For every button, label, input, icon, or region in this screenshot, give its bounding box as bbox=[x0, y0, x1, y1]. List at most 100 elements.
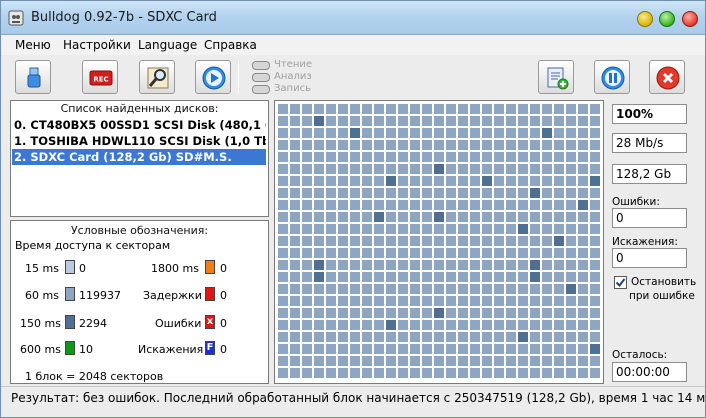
sector-block bbox=[350, 356, 360, 366]
sector-block bbox=[398, 116, 408, 126]
sector-block bbox=[518, 332, 528, 342]
sector-block bbox=[374, 320, 384, 330]
disk-list-header: Список найденных дисков: bbox=[60, 102, 219, 115]
write-indicator bbox=[252, 85, 270, 94]
distortions-label: Искажения: bbox=[612, 236, 678, 248]
sector-block bbox=[494, 188, 504, 198]
sector-block bbox=[530, 296, 540, 306]
sector-block bbox=[386, 284, 396, 294]
sector-block bbox=[326, 128, 336, 138]
stop-button[interactable] bbox=[649, 60, 685, 94]
sector-block bbox=[386, 272, 396, 282]
sector-block bbox=[290, 188, 300, 198]
sector-block bbox=[506, 368, 516, 378]
sector-block bbox=[518, 176, 528, 186]
read-indicator bbox=[252, 61, 270, 70]
sector-block bbox=[446, 140, 456, 150]
sector-block bbox=[518, 128, 528, 138]
sector-block bbox=[578, 368, 588, 378]
sector-block bbox=[554, 308, 564, 318]
maximize-button[interactable] bbox=[659, 11, 675, 27]
remaining-label: Осталось: bbox=[612, 349, 668, 361]
sector-block bbox=[338, 188, 348, 198]
sector-block bbox=[398, 284, 408, 294]
minimize-button[interactable] bbox=[637, 11, 653, 27]
sector-block bbox=[458, 272, 468, 282]
sector-block bbox=[302, 188, 312, 198]
record-button[interactable]: REC bbox=[82, 60, 118, 94]
close-window-button[interactable] bbox=[682, 11, 698, 27]
sector-block bbox=[362, 188, 372, 198]
pause-button[interactable] bbox=[594, 60, 630, 94]
sector-block bbox=[494, 104, 504, 114]
sector-block bbox=[422, 332, 432, 342]
sector-block bbox=[362, 368, 372, 378]
sector-block bbox=[374, 104, 384, 114]
disk-list-item-selected[interactable]: 2. SDXC Card (128,2 Gb) SD#M.S. bbox=[12, 149, 266, 165]
sector-block bbox=[422, 296, 432, 306]
sector-block bbox=[410, 284, 420, 294]
sector-block bbox=[482, 296, 492, 306]
sector-block bbox=[410, 344, 420, 354]
legend-value: 0 bbox=[220, 262, 227, 275]
sector-block bbox=[290, 152, 300, 162]
sector-block bbox=[314, 236, 324, 246]
stop-icon bbox=[656, 66, 680, 90]
sector-block bbox=[446, 176, 456, 186]
sector-block bbox=[278, 344, 288, 354]
sector-block bbox=[302, 176, 312, 186]
sector-block bbox=[326, 284, 336, 294]
disk-list-item[interactable]: 0. CT480BX5 00SSD1 SCSI Disk (480,1 Gb) bbox=[12, 117, 266, 133]
sector-block bbox=[422, 128, 432, 138]
sector-block bbox=[506, 176, 516, 186]
stop-on-error-label[interactable]: Остановить bbox=[631, 276, 696, 288]
add-log-icon bbox=[547, 67, 569, 90]
sector-block bbox=[326, 188, 336, 198]
sector-block bbox=[398, 260, 408, 270]
title-bar[interactable]: Bulldog 0.92-7b - SDXC Card bbox=[1, 1, 705, 35]
sector-block bbox=[410, 356, 420, 366]
sector-block bbox=[410, 260, 420, 270]
sector-block bbox=[542, 200, 552, 210]
sector-block bbox=[386, 224, 396, 234]
menu-item-settings[interactable]: Настройки bbox=[63, 38, 131, 52]
sector-block bbox=[314, 260, 324, 270]
sector-block bbox=[338, 164, 348, 174]
legend-swatch bbox=[65, 315, 75, 329]
sector-block bbox=[446, 116, 456, 126]
sector-block bbox=[278, 356, 288, 366]
sector-block bbox=[518, 308, 528, 318]
sector-block bbox=[446, 320, 456, 330]
sector-block bbox=[518, 140, 528, 150]
sector-block bbox=[386, 236, 396, 246]
disk-list-item[interactable]: 1. TOSHIBA HDWL110 SCSI Disk (1,0 Tb) bbox=[12, 133, 266, 149]
menu-item-help[interactable]: Справка bbox=[204, 38, 257, 52]
sector-block bbox=[554, 224, 564, 234]
sector-block bbox=[506, 212, 516, 222]
sector-block bbox=[470, 236, 480, 246]
stop-on-error-checkbox[interactable] bbox=[614, 276, 627, 289]
sector-block bbox=[590, 296, 600, 306]
usb-disks-button[interactable] bbox=[15, 60, 51, 94]
analysis-indicator bbox=[252, 73, 270, 82]
sector-block bbox=[362, 296, 372, 306]
sector-block bbox=[554, 152, 564, 162]
sector-block bbox=[350, 164, 360, 174]
log-button[interactable] bbox=[538, 60, 574, 94]
menu-item-menu[interactable]: Меню bbox=[15, 38, 51, 52]
search-button[interactable] bbox=[139, 60, 175, 94]
sector-block bbox=[350, 260, 360, 270]
sector-block bbox=[578, 248, 588, 258]
sector-block bbox=[566, 248, 576, 258]
sector-block bbox=[350, 272, 360, 282]
legend-label: Ошибки bbox=[155, 317, 202, 330]
sector-block bbox=[566, 224, 576, 234]
start-button[interactable] bbox=[195, 60, 231, 94]
menu-item-language[interactable]: Language bbox=[138, 38, 197, 52]
stop-on-error-label-2[interactable]: при ошибке bbox=[629, 290, 695, 302]
sector-block bbox=[470, 284, 480, 294]
sector-block bbox=[314, 308, 324, 318]
sector-block bbox=[302, 236, 312, 246]
sector-block bbox=[386, 140, 396, 150]
legend-panel: Условные обозначения: Время доступа к се… bbox=[10, 220, 269, 384]
